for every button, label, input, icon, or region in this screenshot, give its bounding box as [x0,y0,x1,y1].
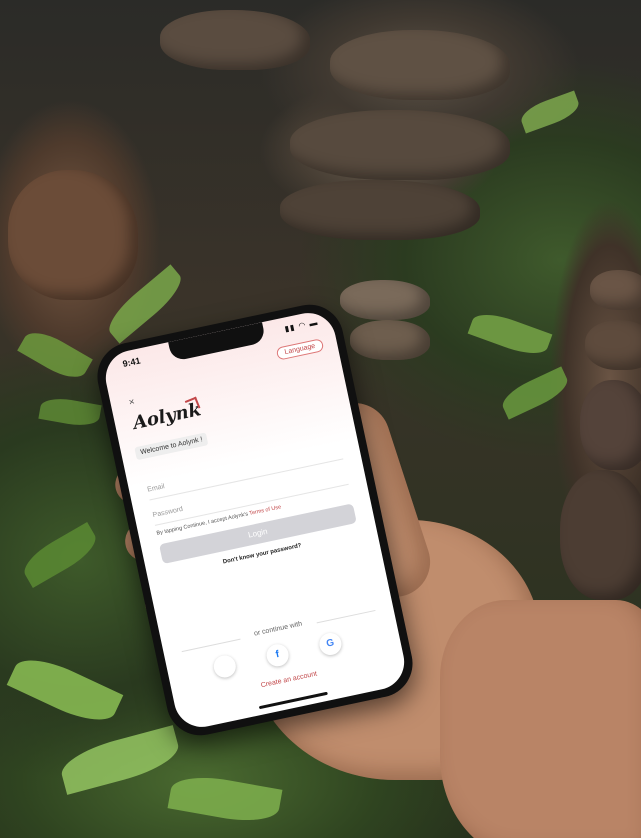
phone-screen: 9:41 ▮▮ ◠ ▬ Language × Aolynk Welcome to… [100,307,410,733]
stone [585,320,641,370]
leaf [17,324,93,386]
leaf [17,522,103,588]
stone [590,270,641,310]
stone [160,10,310,70]
leaf [467,307,553,361]
stone [290,110,510,180]
leaf [517,90,583,134]
leaf [497,366,573,420]
apple-icon[interactable] [211,653,238,680]
terms-link[interactable]: Terms of Use [249,504,282,517]
leaf [6,648,124,732]
facebook-icon[interactable]: f [264,642,291,669]
leaf [167,770,283,828]
stone [330,30,510,100]
stone [560,470,641,600]
photo-scene: 9:41 ▮▮ ◠ ▬ Language × Aolynk Welcome to… [0,0,641,838]
google-icon[interactable]: G [317,630,344,658]
phone-notch [168,322,267,362]
welcome-text: Welcome to Aolynk ! [134,432,209,461]
status-icons: ▮▮ ◠ ▬ [283,317,320,334]
stone [340,280,430,320]
stone [350,320,430,360]
leaf [56,725,184,795]
close-icon[interactable]: × [128,397,136,409]
home-indicator [258,691,328,710]
hand-wrist [440,600,641,838]
stone [280,180,480,240]
smartphone: 9:41 ▮▮ ◠ ▬ Language × Aolynk Welcome to… [91,298,419,742]
leaf [38,394,102,430]
status-time: 9:41 [121,355,142,369]
stone [580,380,641,470]
stone [8,170,138,300]
language-button[interactable]: Language [275,338,325,361]
